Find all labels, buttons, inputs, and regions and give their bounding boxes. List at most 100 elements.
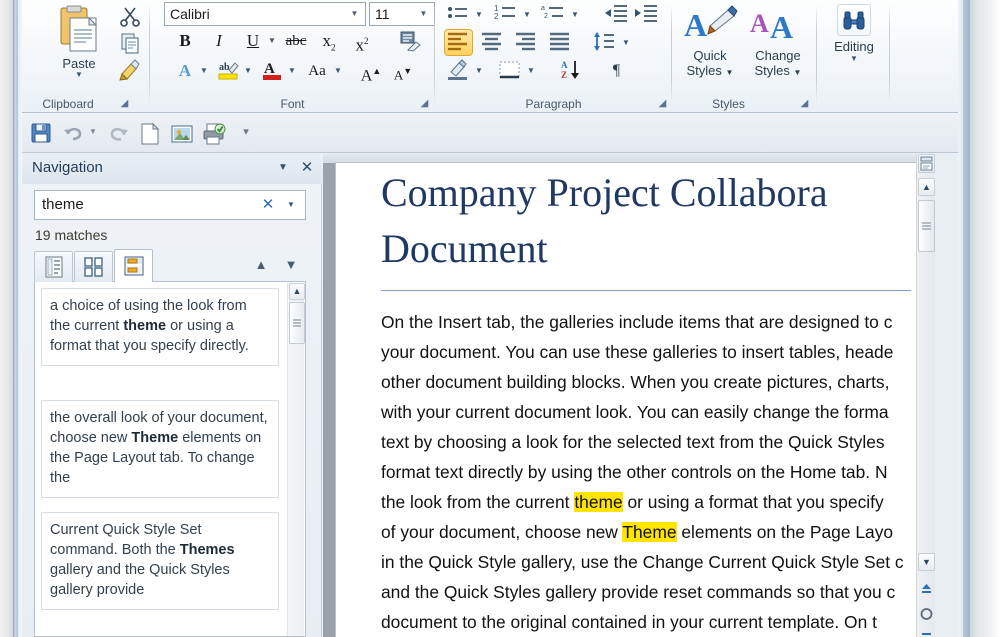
chevron-down-icon[interactable]: ▼ — [273, 158, 293, 178]
print-preview-button[interactable] — [200, 118, 228, 146]
font-dialog-launcher[interactable]: ◢ — [418, 97, 431, 110]
increase-indent-button[interactable] — [633, 2, 660, 27]
scissors-icon — [118, 4, 142, 28]
line-spacing-dropdown[interactable]: ▼ — [620, 30, 632, 55]
text-effects-dropdown[interactable]: ▼ — [198, 58, 210, 84]
quick-styles-button[interactable]: A Quick Styles ▼ — [678, 2, 742, 90]
multilevel-list-dropdown[interactable]: ▼ — [569, 2, 581, 27]
align-right-button[interactable] — [513, 30, 540, 55]
list-item[interactable]: the overall look of your document, choos… — [41, 400, 279, 498]
document-vertical-scrollbar[interactable]: ▲ ▼ — [916, 154, 935, 637]
font-size-combo[interactable]: 11 ▼ — [369, 2, 435, 26]
shrink-font-button[interactable]: A▼ — [390, 58, 416, 84]
change-case-dropdown[interactable]: ▼ — [332, 58, 344, 84]
list-item[interactable]: Current Quick Style Set command. Both th… — [41, 512, 279, 610]
numbering-dropdown[interactable]: ▼ — [521, 2, 533, 27]
copy-button[interactable] — [118, 31, 142, 55]
insert-picture-button[interactable] — [168, 118, 196, 146]
previous-result-button[interactable]: ▲ — [249, 254, 273, 276]
list-item[interactable]: a choice of using the look from the curr… — [41, 288, 279, 366]
clipboard-dialog-launcher[interactable]: ◢ — [118, 97, 131, 110]
font-color-button[interactable]: A — [260, 58, 286, 84]
underline-dropdown[interactable]: ▼ — [266, 28, 278, 54]
sidebar-item-pages-tab[interactable] — [74, 251, 113, 282]
find-button[interactable] — [837, 4, 871, 36]
paste-button[interactable]: Paste ▼ — [48, 3, 110, 91]
styles-dialog-launcher[interactable]: ◢ — [798, 97, 811, 110]
search-input[interactable]: theme ✕ ▼ — [34, 190, 306, 220]
body-line: format text directly by using the other … — [381, 457, 935, 487]
format-painter-button[interactable] — [118, 58, 142, 82]
change-case-button[interactable]: Aa — [304, 58, 330, 84]
new-document-button[interactable] — [136, 118, 164, 146]
undo-button[interactable] — [60, 118, 88, 146]
numbering-button[interactable]: 1 2 — [493, 2, 520, 27]
cut-button[interactable] — [118, 4, 142, 28]
strikethrough-button[interactable]: abc — [283, 28, 309, 54]
bullets-dropdown[interactable]: ▼ — [473, 2, 485, 27]
align-center-button[interactable] — [479, 30, 506, 55]
scroll-thumb[interactable] — [918, 200, 935, 252]
ribbon-home-tab: Paste ▼ — [22, 0, 958, 113]
bullets-button[interactable] — [445, 2, 472, 27]
save-button[interactable] — [28, 118, 56, 146]
ruler-toggle-button[interactable] — [918, 154, 935, 173]
change-styles-button[interactable]: A A Change Styles ▼ — [746, 2, 810, 90]
document-page[interactable]: Company Project Collabora Document On th… — [336, 163, 916, 637]
chevron-down-icon[interactable]: ▼ — [794, 68, 802, 77]
text-highlight-button[interactable]: ab — [216, 58, 242, 84]
show-formatting-marks-button[interactable]: ¶ — [603, 58, 630, 83]
scroll-thumb[interactable] — [289, 302, 305, 344]
align-left-button[interactable] — [445, 30, 472, 55]
chevron-down-icon[interactable]: ▼ — [726, 68, 734, 77]
shading-dropdown[interactable]: ▼ — [473, 58, 485, 83]
previous-page-button[interactable] — [918, 582, 935, 600]
multilevel-list-button[interactable]: a 2 — [541, 2, 568, 27]
line-spacing-button[interactable] — [592, 30, 619, 55]
grow-font-button[interactable]: A▲ — [358, 58, 384, 84]
text-highlight-dropdown[interactable]: ▼ — [242, 58, 254, 84]
body-line: in the Quick Style gallery, use the Chan… — [381, 547, 935, 577]
customize-toolbar-button[interactable]: ▾ — [232, 118, 260, 146]
shading-button[interactable] — [445, 58, 472, 83]
text-effects-button[interactable]: A — [172, 58, 198, 84]
font-color-dropdown[interactable]: ▼ — [286, 58, 298, 84]
borders-dropdown[interactable]: ▼ — [525, 58, 537, 83]
quick-styles-label-2: Styles ▼ — [678, 63, 742, 80]
editing-button[interactable]: Editing ▼ — [827, 2, 881, 92]
scroll-up-button[interactable]: ▲ — [289, 283, 305, 300]
italic-button[interactable]: I — [206, 28, 232, 54]
superscript-button[interactable]: x2 — [349, 28, 375, 54]
borders-button[interactable] — [497, 58, 524, 83]
window-right-margin — [970, 0, 1000, 637]
justify-button[interactable] — [547, 30, 574, 55]
chevron-down-icon[interactable]: ▼ — [417, 3, 430, 25]
font-name-combo[interactable]: Calibri ▼ — [164, 2, 366, 26]
pilcrow-icon: ¶ — [613, 62, 620, 79]
underline-button[interactable]: U — [240, 28, 266, 54]
next-result-button[interactable]: ▼ — [279, 254, 303, 276]
undo-dropdown-button[interactable]: ▼ — [86, 118, 100, 146]
align-center-icon — [479, 30, 505, 54]
editing-dropdown-arrow[interactable]: ▼ — [827, 54, 881, 63]
next-page-button[interactable] — [918, 630, 935, 637]
redo-button[interactable] — [104, 118, 132, 146]
chevron-down-icon[interactable]: ▼ — [348, 3, 361, 25]
paste-dropdown-arrow[interactable]: ▼ — [48, 71, 110, 78]
multilevel-list-icon: a 2 — [541, 2, 567, 26]
close-x-icon[interactable]: ✕ — [297, 158, 317, 178]
decrease-indent-button[interactable] — [603, 2, 630, 27]
sidebar-item-headings-tab[interactable] — [34, 251, 73, 282]
search-options-chevron-down-icon[interactable]: ▼ — [282, 195, 300, 215]
clear-search-icon[interactable]: ✕ — [258, 195, 278, 215]
sort-button[interactable]: A Z — [559, 58, 586, 83]
scroll-up-button[interactable]: ▲ — [918, 178, 935, 196]
subscript-button[interactable]: x2 — [316, 28, 342, 54]
clear-formatting-button[interactable] — [397, 28, 423, 54]
search-results-scrollbar[interactable]: ▲ — [287, 283, 304, 636]
sidebar-item-results-tab[interactable] — [114, 249, 153, 282]
scroll-down-button[interactable]: ▼ — [918, 553, 935, 571]
select-browse-object-button[interactable] — [918, 606, 935, 624]
document-canvas: Company Project Collabora Document On th… — [323, 154, 935, 637]
bold-button[interactable]: B — [172, 28, 198, 54]
